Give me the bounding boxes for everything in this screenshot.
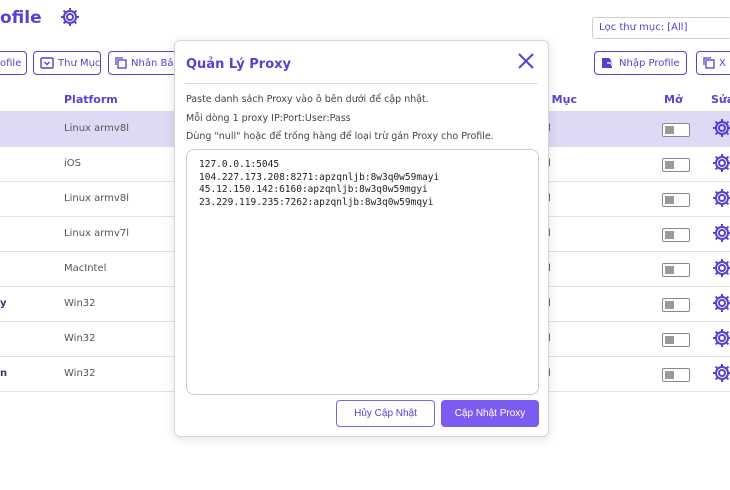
gear-icon[interactable] [712,223,730,246]
column-header-open: Mở [664,93,683,106]
proxy-manager-dialog: Quản Lý Proxy Paste danh sách Proxy vào … [174,40,549,437]
platform-cell: Linux armv8l [64,123,129,134]
open-toggle[interactable] [662,123,690,137]
gear-icon[interactable] [712,293,730,316]
gear-icon[interactable] [712,153,730,176]
folder-filter-select[interactable]: Lọc thư mục: [All] [592,17,730,39]
instruction-text: Paste danh sách Proxy vào ô bên dưới để … [186,94,429,105]
page-title: ofile [0,8,42,28]
open-toggle[interactable] [662,193,690,207]
open-toggle[interactable] [662,368,690,382]
update-proxy-button[interactable]: Cập Nhật Proxy [441,400,539,427]
open-toggle[interactable] [662,333,690,347]
export-button[interactable]: X [696,51,730,75]
gear-icon[interactable] [712,258,730,281]
platform-cell: Win32 [64,333,96,344]
clone-button-label: Nhân Bản [131,57,178,69]
platform-cell: Win32 [64,298,96,309]
profile-button[interactable]: ofile [0,51,27,75]
platform-cell: Linux armv7l [64,228,129,239]
gear-icon[interactable] [60,7,80,31]
clone-button[interactable]: Nhân Bản [108,51,178,75]
gear-icon[interactable] [712,188,730,211]
platform-cell: Linux armv8l [64,193,129,204]
format-hint-text: Mỗi dòng 1 proxy IP:Port:User:Pass [186,113,351,124]
platform-cell: MacIntel [64,263,107,274]
cancel-update-button[interactable]: Hủy Cập Nhật [336,400,435,427]
import-button-label: Nhập Profile [619,57,680,69]
null-hint-text: Dùng "null" hoặc để trống hàng để loại t… [186,131,494,142]
gear-icon[interactable] [712,363,730,386]
platform-cell: iOS [64,158,81,169]
open-toggle[interactable] [662,228,690,242]
profile-name: n [0,368,8,379]
copy-icon [115,57,127,69]
platform-cell: Win32 [64,368,96,379]
column-header-edit: Sửa [711,93,730,106]
copy-icon [703,57,715,69]
gear-icon[interactable] [712,328,730,351]
import-icon [601,57,615,69]
folder-button[interactable]: Thư Mục [33,51,101,75]
dialog-title: Quản Lý Proxy [186,57,291,72]
close-icon[interactable] [516,51,536,71]
open-toggle[interactable] [662,158,690,172]
profile-name: y [0,298,7,309]
column-header-platform: Platform [64,93,118,106]
dialog-divider [185,83,538,84]
open-toggle[interactable] [662,298,690,312]
folder-button-label: Thư Mục [58,57,101,69]
import-profile-button[interactable]: Nhập Profile [594,51,687,75]
open-toggle[interactable] [662,263,690,277]
export-button-label: X [719,57,726,69]
folder-icon [40,57,54,69]
profile-button-label: ofile [0,57,22,69]
gear-icon[interactable] [712,118,730,141]
proxy-list-textarea[interactable]: 127.0.0.1:5045 104.227.173.208:8271:apzq… [186,149,539,395]
